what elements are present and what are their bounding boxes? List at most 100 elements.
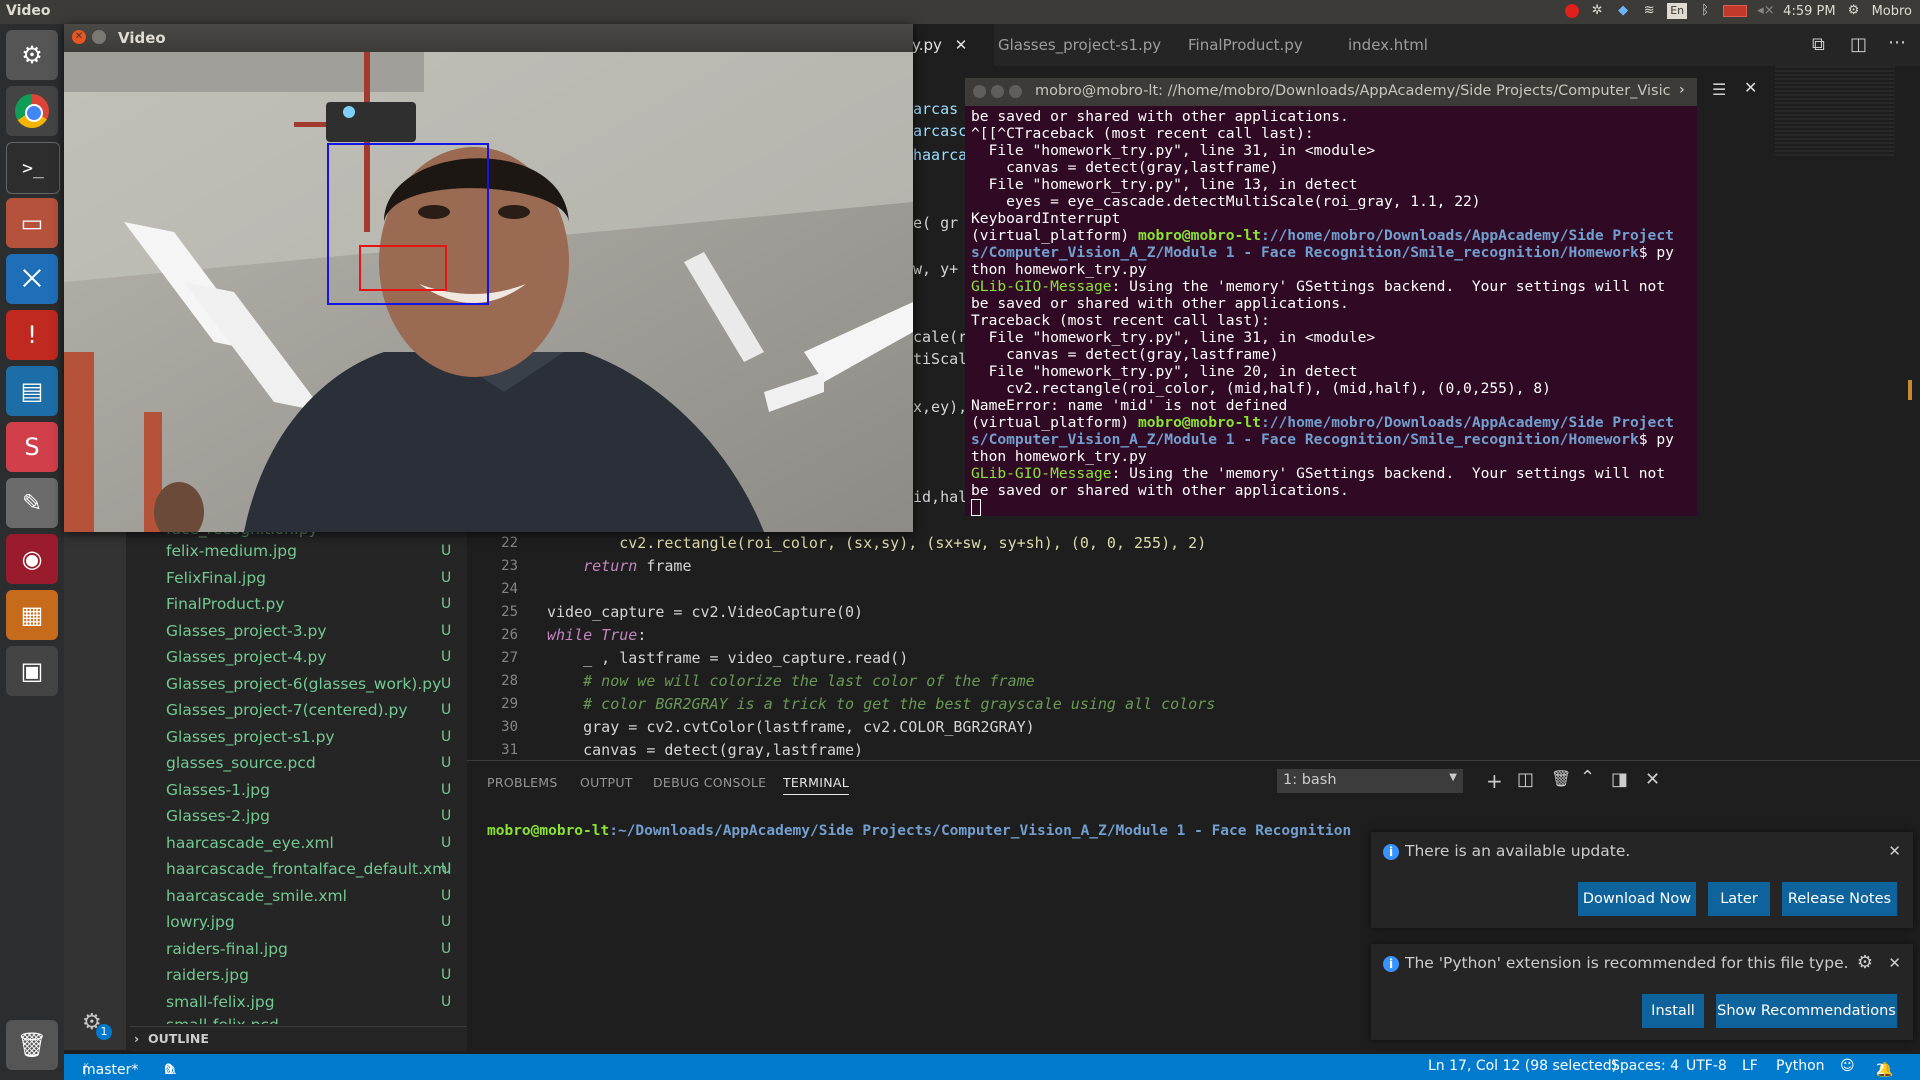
- code-line[interactable]: video_capture = cv2.VideoCapture(0): [547, 603, 863, 621]
- encoding[interactable]: UTF-8: [1686, 1058, 1727, 1074]
- slack-icon[interactable]: S: [6, 422, 58, 472]
- file-item[interactable]: lowry.jpg: [166, 913, 235, 931]
- file-item[interactable]: haarcascade_smile.xml: [166, 887, 347, 905]
- trash-icon[interactable]: 🗑: [6, 1020, 58, 1070]
- later-button[interactable]: Later: [1708, 882, 1770, 916]
- indentation[interactable]: Spaces: 4: [1611, 1058, 1679, 1074]
- gear-applet-icon[interactable]: ✲: [1589, 3, 1605, 19]
- file-item[interactable]: glasses_source.pcd: [166, 754, 316, 772]
- workspace-icon[interactable]: ▣: [6, 646, 58, 696]
- tab-index-html[interactable]: index.html: [1336, 24, 1440, 66]
- gear-icon[interactable]: ⚙: [1857, 952, 1873, 973]
- maximize-window-icon[interactable]: [1009, 85, 1022, 98]
- terminal-icon[interactable]: >_: [6, 142, 60, 194]
- code-line[interactable]: _ , lastframe = video_capture.read(): [547, 649, 908, 667]
- file-item[interactable]: Glasses_project-6(glasses_work).py: [166, 675, 441, 693]
- vscode-icon[interactable]: ⨉: [6, 254, 58, 304]
- file-item[interactable]: Glasses_project-4.py: [166, 648, 327, 666]
- keyboard-layout-icon[interactable]: En: [1667, 3, 1688, 19]
- code-line[interactable]: return frame: [547, 557, 691, 575]
- terminal-prompt[interactable]: mobro@mobro-lt:~/Downloads/AppAcademy/Si…: [487, 823, 1351, 839]
- video-window-titlebar[interactable]: ✕ Video: [64, 24, 913, 52]
- code-line[interactable]: while True:: [547, 626, 646, 644]
- file-item[interactable]: Glasses-2.jpg: [166, 807, 270, 825]
- battery-icon[interactable]: [1723, 5, 1748, 17]
- close-icon[interactable]: ✕: [1888, 954, 1901, 972]
- close-panel-icon[interactable]: ✕: [1645, 769, 1660, 790]
- video-icon[interactable]: ▦: [6, 590, 58, 640]
- file-item[interactable]: haarcascade_eye.xml: [166, 834, 334, 852]
- shell-select[interactable]: 1: bash ▼: [1277, 769, 1463, 793]
- settings-icon[interactable]: ⚙: [6, 30, 58, 80]
- release-notes-button[interactable]: Release Notes: [1782, 882, 1897, 916]
- file-item[interactable]: raiders-final.jpg: [166, 940, 288, 958]
- toggle-panel-position-icon[interactable]: ◨: [1611, 769, 1628, 790]
- writer-icon[interactable]: ▤: [6, 366, 58, 416]
- download-now-button[interactable]: Download Now: [1578, 882, 1696, 916]
- close-icon[interactable]: ✕: [955, 36, 968, 54]
- close-window-icon[interactable]: ✕: [72, 30, 86, 44]
- feedback-smiley-icon[interactable]: ☺: [1840, 1058, 1855, 1074]
- file-item[interactable]: small-felix.jpg: [166, 993, 275, 1011]
- terminal-titlebar[interactable]: mobro@mobro-lt: //home/mobro/Downloads/A…: [965, 78, 1697, 106]
- session-gear-icon[interactable]: ⚙: [1846, 3, 1862, 19]
- minimap[interactable]: [1775, 66, 1895, 156]
- minimize-window-icon[interactable]: [92, 30, 106, 44]
- close-icon[interactable]: ✕: [1744, 78, 1757, 97]
- code-line[interactable]: cv2.rectangle(roi_color, (sx,sy), (sx+sw…: [547, 534, 1206, 552]
- show-recommendations-button[interactable]: Show Recommendations: [1716, 994, 1897, 1028]
- file-item[interactable]: haarcascade_frontalface_default.xml: [166, 860, 452, 878]
- tab-finalproduct[interactable]: FinalProduct.py: [1176, 24, 1315, 66]
- open-changes-icon[interactable]: ⧉: [1812, 34, 1825, 55]
- tab-output[interactable]: OUTPUT: [580, 775, 633, 790]
- file-item[interactable]: raiders.jpg: [166, 966, 249, 984]
- update-icon[interactable]: !: [6, 310, 58, 360]
- maximize-panel-icon[interactable]: ⌃: [1580, 767, 1595, 788]
- file-item[interactable]: Glasses-1.jpg: [166, 781, 270, 799]
- terminal-output[interactable]: be saved or shared with other applicatio…: [965, 106, 1697, 516]
- user-name[interactable]: Mobro: [1872, 4, 1912, 19]
- dropbox-icon[interactable]: ◆: [1615, 3, 1631, 19]
- cursor-position[interactable]: Ln 17, Col 12 (98 selected): [1428, 1058, 1617, 1074]
- volume-mute-icon[interactable]: ◂×: [1757, 3, 1774, 19]
- file-item-partial[interactable]: small-felix.pcd: [166, 1016, 279, 1024]
- kill-terminal-icon[interactable]: 🗑: [1551, 769, 1571, 788]
- file-item[interactable]: Glasses_project-s1.py: [166, 728, 335, 746]
- file-item[interactable]: Glasses_project-3.py: [166, 622, 327, 640]
- tab-debug-console[interactable]: DEBUG CONSOLE: [653, 775, 766, 790]
- tab-terminal[interactable]: TERMINAL: [783, 775, 849, 795]
- terminal-window[interactable]: mobro@mobro-lt: //home/mobro/Downloads/A…: [965, 78, 1697, 516]
- file-item[interactable]: Glasses_project-7(centered).py: [166, 701, 408, 719]
- language-mode[interactable]: Python: [1776, 1058, 1825, 1074]
- split-editor-icon[interactable]: ◫: [1850, 34, 1867, 55]
- wifi-icon[interactable]: ≋: [1641, 3, 1657, 19]
- tab-active-file[interactable]: y.py ✕: [900, 24, 994, 66]
- code-line[interactable]: gray = cv2.cvtColor(lastframe, cv2.COLOR…: [547, 718, 1035, 736]
- split-terminal-icon[interactable]: ◫: [1517, 769, 1534, 790]
- line-ending[interactable]: LF: [1742, 1058, 1758, 1074]
- chrome-icon[interactable]: [6, 86, 58, 136]
- file-item[interactable]: FelixFinal.jpg: [166, 569, 266, 587]
- code-comment[interactable]: # now we will colorize the last color of…: [547, 672, 1035, 690]
- files-icon[interactable]: ▭: [6, 198, 58, 248]
- install-button[interactable]: Install: [1642, 994, 1704, 1028]
- tab-glasses-s1[interactable]: Glasses_project-s1.py: [986, 24, 1173, 66]
- code-comment[interactable]: # color BGR2GRAY is a trick to get the b…: [547, 695, 1215, 713]
- outline-section[interactable]: › OUTLINE: [130, 1026, 467, 1051]
- record-indicator-icon[interactable]: [1565, 4, 1580, 18]
- code-line[interactable]: canvas = detect(gray,lastframe): [547, 741, 863, 759]
- video-window[interactable]: ✕ Video: [64, 24, 913, 532]
- new-terminal-icon[interactable]: +: [1486, 769, 1503, 793]
- tab-problems[interactable]: PROBLEMS: [487, 775, 558, 790]
- file-item[interactable]: FinalProduct.py: [166, 595, 285, 613]
- app-icon[interactable]: ◉: [6, 534, 58, 584]
- close-window-icon[interactable]: [973, 85, 986, 98]
- close-icon[interactable]: ✕: [1888, 842, 1901, 860]
- file-item[interactable]: felix-medium.jpg: [166, 542, 297, 560]
- menu-icon[interactable]: ☰: [1712, 80, 1726, 99]
- bluetooth-icon[interactable]: ᛒ: [1697, 3, 1713, 19]
- text-editor-icon[interactable]: ✎: [6, 478, 58, 528]
- more-actions-icon[interactable]: ⋯: [1888, 32, 1906, 53]
- minimize-window-icon[interactable]: [991, 85, 1004, 98]
- clock[interactable]: 4:59 PM: [1783, 4, 1835, 19]
